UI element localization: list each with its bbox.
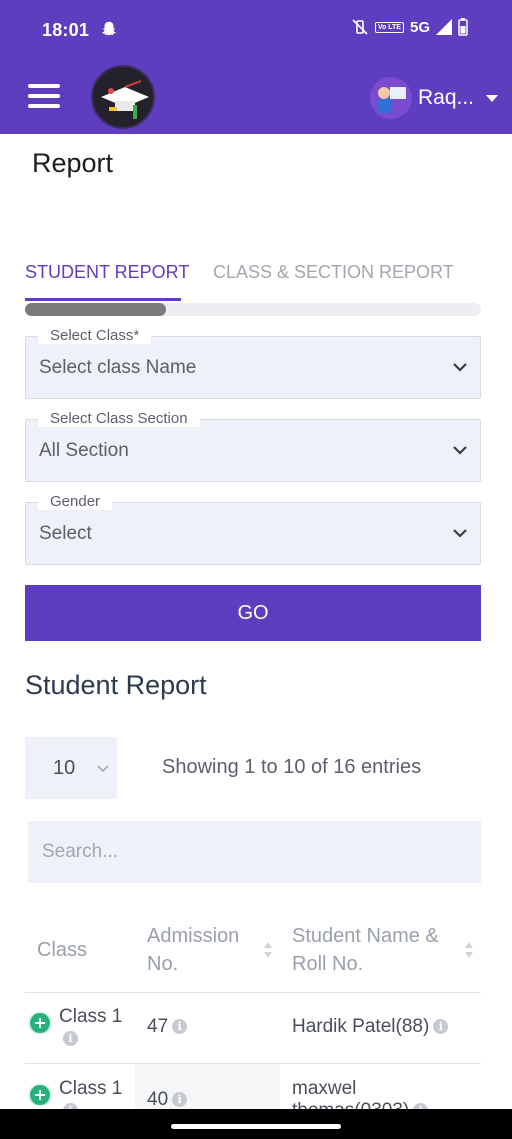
report-tabs: STUDENT REPORT CLASS & SECTION REPORT bbox=[25, 258, 481, 304]
status-icons: Vo LTE 5G bbox=[351, 18, 468, 36]
status-bar: 18:01 Vo LTE 5G bbox=[0, 0, 512, 62]
table-row[interactable]: Class 1i 47 i Hardik Patel(88) i bbox=[25, 993, 481, 1064]
snapchat-icon bbox=[101, 21, 117, 36]
search-input[interactable] bbox=[28, 821, 481, 883]
column-header-class[interactable]: Class bbox=[37, 936, 87, 964]
sort-icon[interactable] bbox=[464, 940, 474, 960]
select-gender-dropdown[interactable]: Gender Select bbox=[25, 493, 481, 565]
chevron-down-icon bbox=[453, 446, 467, 455]
info-icon[interactable]: i bbox=[63, 1031, 78, 1047]
column-header-student-name[interactable]: Student Name & Roll No. bbox=[292, 922, 470, 978]
signal-icon bbox=[436, 19, 452, 35]
gender-value: Select bbox=[39, 523, 92, 544]
chevron-down-icon bbox=[97, 765, 109, 772]
avatar bbox=[369, 77, 412, 119]
battery-icon bbox=[458, 18, 468, 36]
chevron-down-icon bbox=[486, 94, 498, 102]
cell-student-name: Hardik Patel(88) i bbox=[292, 1016, 449, 1038]
chevron-down-icon bbox=[453, 363, 467, 372]
tab-scrollbar[interactable] bbox=[25, 303, 481, 316]
expand-row-icon[interactable] bbox=[28, 1083, 52, 1107]
page-size-select[interactable]: 10 bbox=[25, 737, 117, 799]
status-time: 18:01 bbox=[42, 20, 90, 40]
volte-icon: Vo LTE bbox=[374, 21, 404, 33]
system-nav-bar bbox=[0, 1109, 512, 1139]
select-class-dropdown[interactable]: Select Class* Select class Name bbox=[25, 327, 481, 399]
username: Raq... bbox=[417, 86, 474, 109]
entries-info: Showing 1 to 10 of 16 entries bbox=[162, 756, 422, 778]
student-report-table: Class Admission No. Student Name & Roll … bbox=[25, 908, 481, 1135]
cell-admission-no: 47 i bbox=[147, 1016, 188, 1038]
chevron-down-icon bbox=[453, 529, 467, 538]
section-title: Student Report bbox=[25, 670, 207, 700]
info-icon[interactable]: i bbox=[172, 1092, 188, 1108]
user-menu[interactable]: Raq... bbox=[369, 76, 498, 120]
gender-label: Gender bbox=[38, 493, 113, 510]
expand-row-icon[interactable] bbox=[28, 1011, 52, 1035]
info-icon[interactable]: i bbox=[172, 1019, 188, 1035]
select-class-value: Select class Name bbox=[39, 357, 197, 378]
select-section-dropdown[interactable]: Select Class Section All Section bbox=[25, 410, 481, 482]
menu-icon[interactable] bbox=[28, 84, 60, 110]
graduation-cap-icon bbox=[101, 80, 149, 119]
select-section-value: All Section bbox=[39, 440, 129, 461]
select-section-label: Select Class Section bbox=[38, 410, 200, 427]
go-button[interactable]: GO bbox=[25, 585, 481, 641]
home-gesture-handle[interactable] bbox=[171, 1124, 341, 1129]
info-icon[interactable]: i bbox=[433, 1019, 449, 1035]
page-title: Report bbox=[32, 148, 114, 178]
active-tab-indicator bbox=[25, 298, 181, 301]
cell-class: Class 1i bbox=[59, 1006, 123, 1047]
tab-class-section-report[interactable]: CLASS & SECTION REPORT bbox=[213, 262, 454, 283]
school-logo[interactable] bbox=[91, 65, 155, 129]
network-type: 5G bbox=[409, 18, 430, 36]
cell-admission-no: 40 i bbox=[147, 1089, 188, 1111]
column-header-admission-no[interactable]: Admission No. bbox=[147, 922, 257, 978]
select-class-label: Select Class* bbox=[38, 327, 152, 344]
table-header: Class Admission No. Student Name & Roll … bbox=[25, 908, 481, 993]
app-bar: Raq... bbox=[0, 62, 512, 134]
tab-student-report[interactable]: STUDENT REPORT bbox=[25, 262, 189, 283]
sort-icon[interactable] bbox=[263, 940, 273, 960]
tab-scrollbar-thumb[interactable] bbox=[25, 303, 166, 316]
page-size-value: 10 bbox=[53, 757, 76, 779]
mute-vibrate-icon bbox=[352, 19, 368, 35]
